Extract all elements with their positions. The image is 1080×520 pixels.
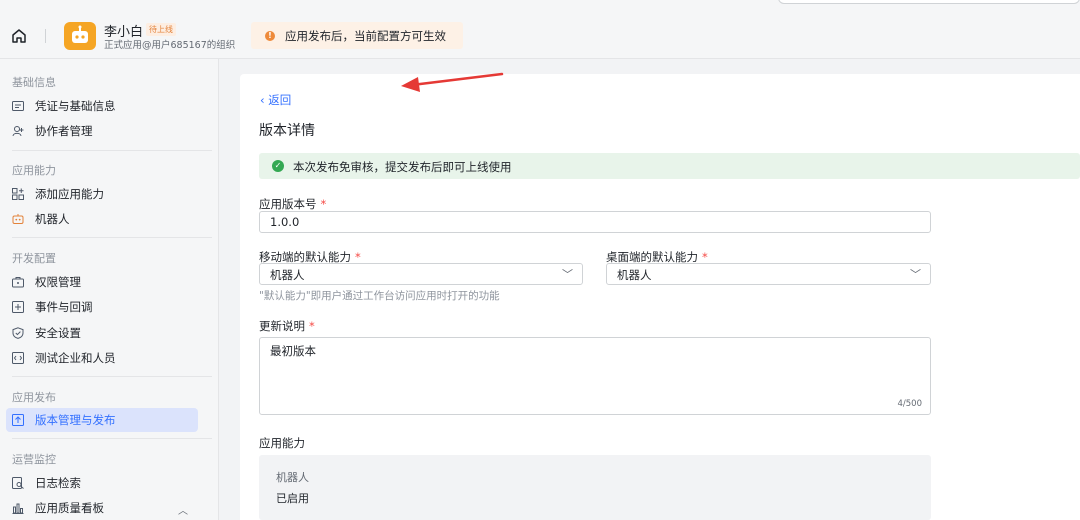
add-capability-icon (12, 188, 24, 200)
header-divider (45, 29, 46, 43)
sidebar-item-label: 安全设置 (35, 326, 81, 340)
char-counter: 4/500 (897, 399, 923, 409)
credential-icon (12, 100, 24, 112)
home-icon[interactable] (10, 27, 28, 45)
section-title-release: 应用发布 (12, 391, 56, 404)
check-circle-icon: ✓ (272, 160, 284, 172)
top-bar: 李小白 待上线 正式应用@用户685167的组织 ! 应用发布后，当前配置方可生… (0, 0, 1080, 59)
capabilities-label: 应用能力 (259, 436, 305, 450)
mobile-default-value: 机器人 (270, 268, 305, 282)
back-label: 返回 (268, 93, 292, 107)
notice-text: 应用发布后，当前配置方可生效 (285, 29, 446, 43)
version-label: 应用版本号 * (259, 196, 326, 212)
capability-card: 机器人 已启用 (259, 455, 931, 520)
sidebar-item-robot[interactable]: 机器人 (6, 207, 198, 231)
section-title-dev-config: 开发配置 (12, 252, 56, 265)
version-input[interactable]: 1.0.0 (259, 211, 931, 233)
sidebar-item-label: 测试企业和人员 (35, 351, 116, 365)
sidebar-item-label: 添加应用能力 (35, 187, 104, 201)
sidebar-item-label: 事件与回调 (35, 300, 93, 314)
sidebar-item-label: 应用质量看板 (35, 501, 104, 515)
sidebar-item-events[interactable]: 事件与回调 (6, 295, 198, 319)
log-search-icon (12, 477, 24, 489)
sidebar: 基础信息 凭证与基础信息 协作者管理 应用能力 添加应用能力 机器人 开发配置 … (0, 59, 219, 520)
capability-name: 机器人 (276, 471, 309, 484)
sidebar-item-collaborators[interactable]: 协作者管理 (6, 119, 198, 143)
success-message: 本次发布免审核，提交发布后即可上线使用 (293, 160, 512, 174)
back-link[interactable]: ‹ 返回 (260, 92, 291, 108)
chart-icon (12, 502, 24, 514)
sidebar-item-label: 机器人 (35, 212, 70, 226)
sidebar-item-label: 凭证与基础信息 (35, 99, 116, 113)
capability-status: 已启用 (276, 492, 309, 505)
chevron-down-icon: ﹀ (910, 268, 921, 281)
desktop-default-select[interactable]: 机器人 ﹀ (606, 263, 931, 285)
mobile-default-select[interactable]: 机器人 ﹀ (259, 263, 583, 285)
sidebar-item-version-release[interactable]: 版本管理与发布 (6, 408, 198, 432)
sidebar-divider (12, 376, 212, 377)
shield-icon (12, 327, 24, 339)
required-mark: * (702, 250, 708, 264)
release-notes-label: 更新说明 * (259, 318, 315, 334)
section-title-capabilities: 应用能力 (12, 164, 56, 177)
sidebar-item-security[interactable]: 安全设置 (6, 321, 198, 345)
sidebar-item-permissions[interactable]: 权限管理 (6, 270, 198, 294)
sidebar-item-test-users[interactable]: 测试企业和人员 (6, 346, 198, 370)
section-title-monitoring: 运营监控 (12, 453, 56, 466)
collaborator-icon (12, 125, 24, 137)
sidebar-divider (12, 237, 212, 238)
chevron-up-icon[interactable]: ︿ (178, 502, 188, 517)
sidebar-item-label: 版本管理与发布 (35, 413, 116, 427)
chevron-down-icon: ﹀ (562, 268, 573, 281)
test-icon (12, 352, 24, 364)
app-avatar-robot-icon (64, 22, 96, 50)
version-detail-card: ‹ 返回 版本详情 ✓ 本次发布免审核，提交发布后即可上线使用 应用版本号 * 1… (240, 74, 1080, 520)
publish-notice: ! 应用发布后，当前配置方可生效 (251, 22, 463, 49)
mobile-default-label-text: 移动端的默认能力 (259, 250, 351, 264)
success-banner: ✓ 本次发布免审核，提交发布后即可上线使用 (259, 153, 1080, 179)
version-label-text: 应用版本号 (259, 197, 317, 211)
required-mark: * (320, 197, 327, 211)
permission-icon (12, 276, 24, 288)
sidebar-item-credentials[interactable]: 凭证与基础信息 (6, 94, 198, 118)
warning-icon: ! (265, 31, 275, 41)
sidebar-item-label: 协作者管理 (35, 124, 93, 138)
required-mark: * (309, 319, 315, 333)
sidebar-item-add-capability[interactable]: 添加应用能力 (6, 182, 198, 206)
global-search-input[interactable] (778, 0, 1080, 4)
default-capability-hint: "默认能力"即用户通过工作台访问应用时打开的功能 (259, 290, 500, 302)
desktop-default-label-text: 桌面端的默认能力 (606, 250, 698, 264)
sidebar-item-label: 日志检索 (35, 476, 81, 490)
section-title-basic: 基础信息 (12, 76, 56, 89)
sidebar-item-quality-dashboard[interactable]: 应用质量看板 ︿ (6, 496, 198, 520)
annotation-arrow-icon (401, 72, 504, 92)
version-value: 1.0.0 (270, 215, 300, 229)
chevron-left-icon: ‹ (260, 93, 265, 107)
sidebar-divider (12, 150, 212, 151)
release-notes-textarea[interactable]: 最初版本 4/500 (259, 337, 931, 415)
sidebar-divider (12, 438, 212, 439)
sidebar-item-label: 权限管理 (35, 275, 81, 289)
app-subtitle: 正式应用@用户685167的组织 (104, 40, 236, 51)
required-mark: * (355, 250, 361, 264)
robot-icon (12, 213, 24, 225)
event-icon (12, 301, 24, 313)
upload-icon (12, 414, 24, 426)
page-title: 版本详情 (259, 123, 315, 139)
release-notes-value: 最初版本 (270, 344, 316, 358)
sidebar-item-log-search[interactable]: 日志检索 (6, 471, 198, 495)
app-status-badge: 待上线 (146, 23, 176, 36)
release-notes-label-text: 更新说明 (259, 319, 305, 333)
desktop-default-value: 机器人 (617, 268, 652, 282)
